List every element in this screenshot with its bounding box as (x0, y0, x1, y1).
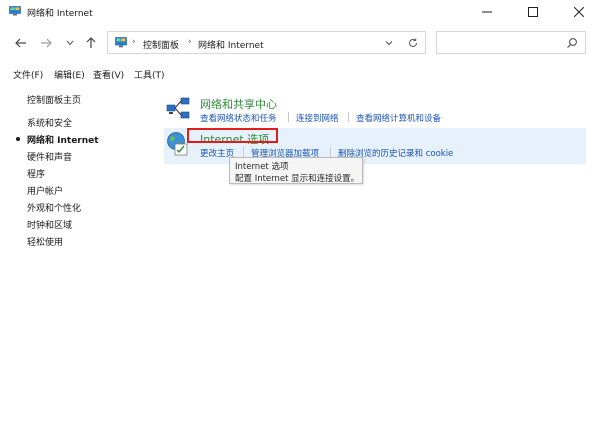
title-bar: 网络和 Internet (0, 0, 600, 24)
tooltip-description: 配置 Internet 显示和连接设置。 (235, 174, 360, 184)
network-sharing-center-title[interactable]: 网络和共享中心 (200, 96, 277, 112)
link-separator (330, 147, 331, 157)
arrow-right-icon (41, 38, 52, 48)
forward-button[interactable] (37, 34, 55, 52)
close-icon (574, 7, 584, 17)
link-separator (243, 147, 244, 157)
link-view-network-computers[interactable]: 查看网络计算机和设备 (356, 112, 441, 124)
control-panel-icon (115, 37, 127, 48)
sidebar-item-programs[interactable]: 程序 (27, 167, 45, 180)
menu-edit[interactable]: 编辑(E) (54, 68, 85, 81)
menu-file[interactable]: 文件(F) (13, 68, 43, 81)
sidebar-item-network-internet: 网络和 Internet (27, 136, 99, 146)
breadcrumb-network-internet[interactable]: 网络和 Internet (198, 38, 264, 51)
arrow-up-icon (86, 37, 96, 48)
link-separator (288, 112, 289, 122)
menu-tools[interactable]: 工具(T) (134, 68, 165, 81)
link-view-network-status[interactable]: 查看网络状态和任务 (200, 112, 277, 124)
sidebar-item-system-security[interactable]: 系统和安全 (27, 116, 72, 129)
search-box[interactable] (436, 31, 586, 54)
search-icon (567, 38, 577, 48)
refresh-icon[interactable] (407, 37, 419, 49)
sidebar-item-hardware-sound[interactable]: 硬件和声音 (27, 150, 72, 163)
sidebar-item-ease-of-access[interactable]: 轻松使用 (27, 235, 63, 248)
menu-view[interactable]: 查看(V) (93, 68, 124, 81)
link-separator (348, 112, 349, 122)
breadcrumb-separator-icon: › (188, 37, 192, 47)
highlight-callout-box (187, 128, 278, 143)
link-connect-network[interactable]: 连接到网络 (296, 112, 339, 124)
breadcrumb-control-panel[interactable]: 控制面板 (143, 38, 179, 51)
tooltip-title: Internet 选项 (235, 162, 289, 172)
sidebar-item-appearance[interactable]: 外观和个性化 (27, 201, 81, 214)
tooltip: Internet 选项 配置 Internet 显示和连接设置。 (229, 157, 363, 184)
address-bar[interactable]: › 控制面板 › 网络和 Internet (107, 31, 426, 54)
minimize-button[interactable] (464, 0, 510, 24)
close-button[interactable] (556, 0, 600, 24)
arrow-left-icon (15, 38, 26, 48)
maximize-button[interactable] (510, 0, 556, 24)
network-icon (166, 97, 190, 119)
sidebar-item-user-accounts[interactable]: 用户帐户 (27, 184, 63, 197)
control-panel-icon (9, 6, 21, 16)
menu-bar: 文件(F) 编辑(E) 查看(V) 工具(T) (0, 64, 600, 82)
sidebar-item-home[interactable]: 控制面板主页 (27, 93, 81, 106)
up-button[interactable] (82, 34, 100, 52)
recent-locations-button[interactable] (61, 34, 79, 52)
control-panel-window: 网络和 Internet › 控制面板 › 网络和 Internet 文件(F)… (0, 0, 600, 434)
minimize-icon (482, 11, 492, 13)
maximize-icon (528, 7, 538, 17)
window-title: 网络和 Internet (27, 9, 93, 19)
chevron-down-icon[interactable] (383, 37, 395, 49)
sidebar-item-clock-region[interactable]: 时钟和区域 (27, 218, 72, 231)
breadcrumb-separator-icon: › (132, 37, 136, 47)
active-bullet-icon (16, 137, 20, 141)
back-button[interactable] (12, 34, 30, 52)
chevron-down-icon (66, 40, 74, 46)
